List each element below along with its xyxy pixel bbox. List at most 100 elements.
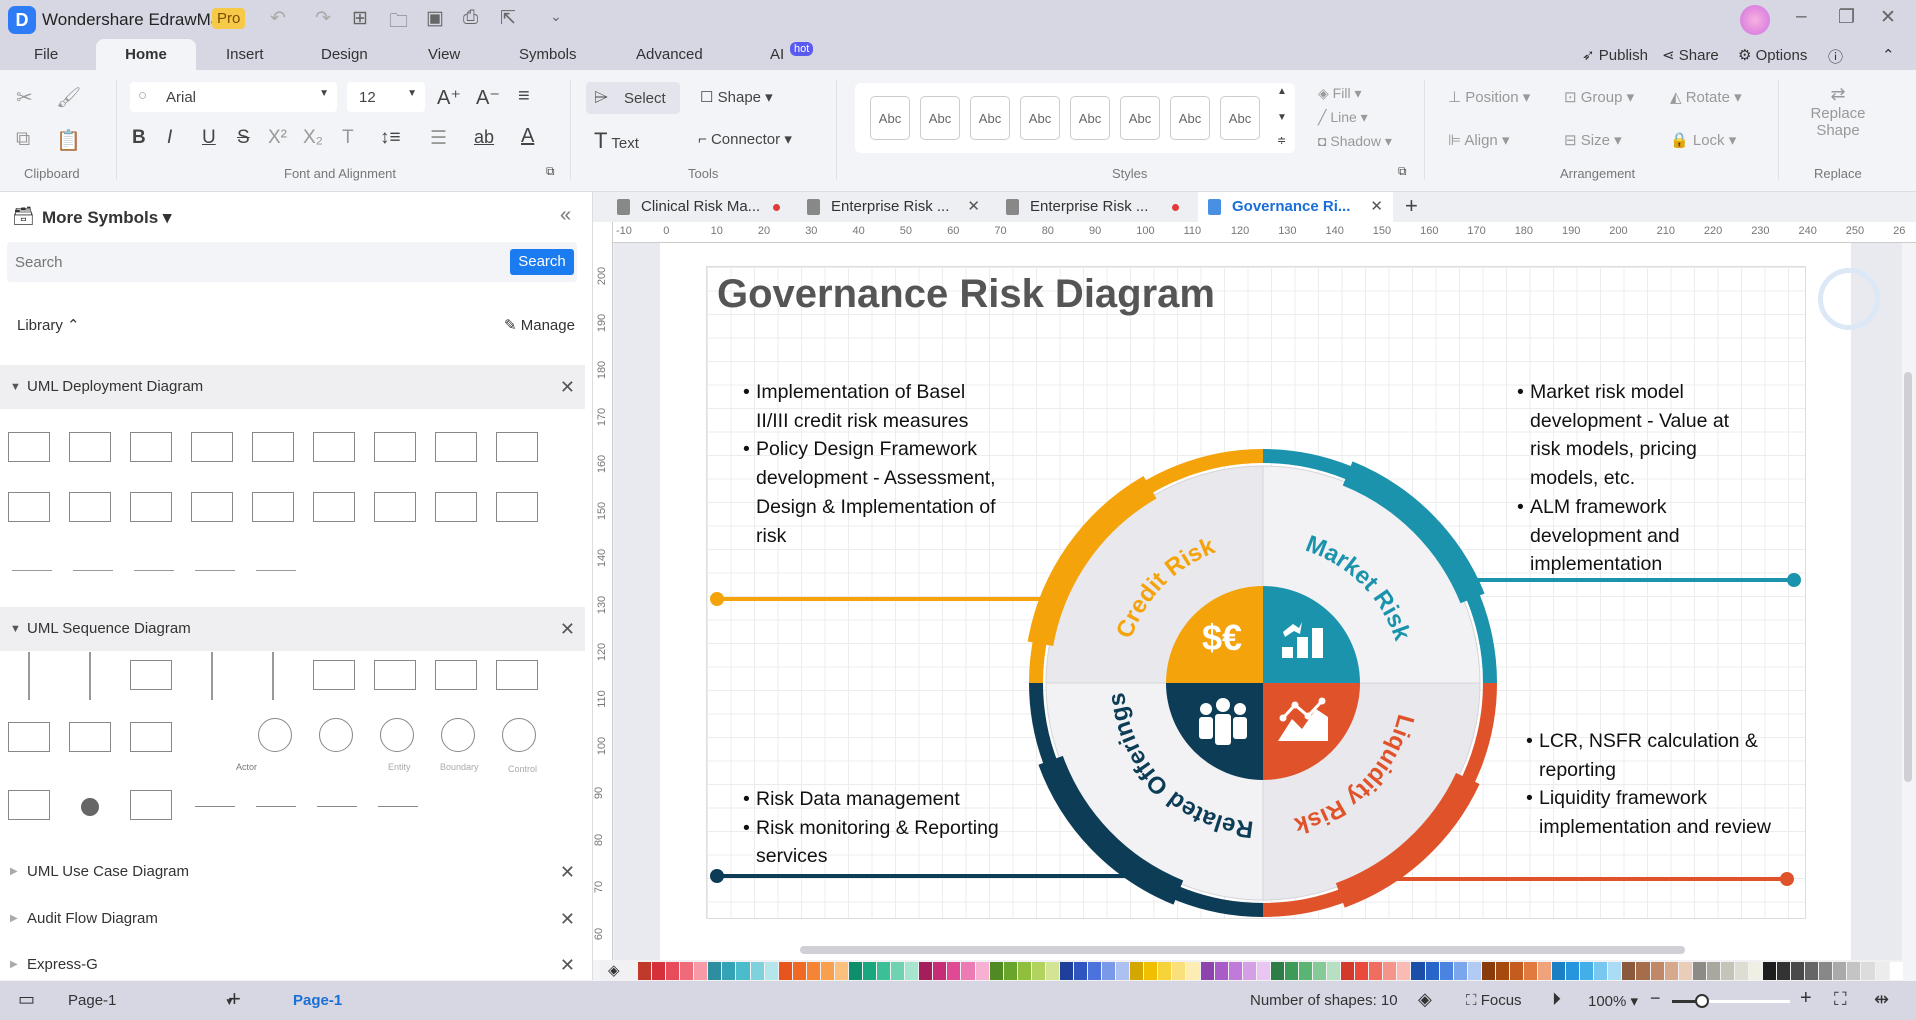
customize-chevron-icon[interactable]: ⌄ — [550, 8, 562, 25]
sequence-symbol[interactable] — [8, 722, 50, 752]
message-arrow-symbol[interactable] — [317, 806, 357, 807]
color-swatch[interactable] — [1397, 962, 1411, 980]
color-swatch[interactable] — [1341, 962, 1355, 980]
color-swatch[interactable] — [863, 962, 877, 980]
text-align-icon[interactable]: ≡ — [518, 85, 530, 108]
open-folder-icon[interactable]: 🗀 — [389, 7, 408, 39]
undo-icon[interactable]: ↶ — [270, 7, 286, 30]
color-swatch[interactable] — [1678, 962, 1692, 980]
uml-symbol[interactable] — [8, 492, 50, 522]
color-swatch[interactable] — [1284, 962, 1298, 980]
color-swatch[interactable] — [1608, 962, 1622, 980]
new-icon[interactable]: ⊞ — [352, 7, 368, 30]
publish-button[interactable]: ➶ Publish — [1582, 46, 1648, 64]
increase-font-icon[interactable]: A⁺ — [437, 85, 461, 110]
color-swatch[interactable] — [652, 962, 666, 980]
font-size-select[interactable]: 12 ▼ — [347, 82, 425, 112]
color-swatch[interactable] — [1861, 962, 1875, 980]
zoom-in-button[interactable]: + — [1800, 987, 1812, 1010]
uml-symbol[interactable] — [130, 492, 172, 522]
lifeline-symbol[interactable] — [272, 652, 274, 700]
color-swatch[interactable] — [708, 962, 722, 980]
color-swatch[interactable] — [1298, 962, 1312, 980]
close-library-icon[interactable]: ✕ — [560, 850, 575, 894]
page-panel-icon[interactable]: ▭ — [18, 989, 35, 1010]
uml-symbol[interactable] — [130, 432, 172, 462]
uml-symbol[interactable] — [313, 432, 355, 462]
color-swatch[interactable] — [1144, 962, 1158, 980]
close-library-icon[interactable]: ✕ — [560, 607, 575, 651]
layers-icon[interactable]: ◈ — [1418, 989, 1432, 1010]
color-swatch[interactable] — [1847, 962, 1861, 980]
color-swatch[interactable] — [666, 962, 680, 980]
color-swatch[interactable] — [1439, 962, 1453, 980]
color-swatch[interactable] — [764, 962, 778, 980]
uml-symbol[interactable] — [313, 492, 355, 522]
search-button[interactable]: Search — [510, 249, 574, 275]
bullets-icon[interactable]: ☰ — [430, 127, 447, 150]
color-swatch[interactable] — [1664, 962, 1678, 980]
horizontal-scroll-thumb[interactable] — [800, 946, 1685, 954]
sequence-symbol[interactable] — [130, 722, 172, 752]
dialog-launcher-icon[interactable]: ⧉ — [1398, 164, 1407, 179]
close-tab-icon[interactable]: ✕ — [967, 192, 980, 222]
menu-ai[interactable]: AI — [770, 46, 784, 63]
fill-bucket-icon[interactable]: ◈ — [608, 961, 620, 979]
bold-icon[interactable]: B — [132, 127, 146, 149]
options-button[interactable]: ⚙ Options — [1738, 46, 1807, 64]
more-symbols-dropdown[interactable]: More Symbols ▾ — [42, 208, 171, 228]
style-preset[interactable]: Abc — [970, 96, 1010, 140]
style-preset[interactable]: Abc — [1020, 96, 1060, 140]
color-swatch[interactable] — [891, 962, 905, 980]
color-swatch[interactable] — [1102, 962, 1116, 980]
color-swatch[interactable] — [1158, 962, 1172, 980]
color-swatch[interactable] — [1116, 962, 1130, 980]
menu-symbols[interactable]: Symbols — [519, 46, 577, 63]
color-swatch[interactable] — [1566, 962, 1580, 980]
user-avatar[interactable] — [1740, 5, 1770, 35]
library-uml-deployment[interactable]: ▼ UML Deployment Diagram ✕ — [0, 365, 585, 409]
library-express-g[interactable]: ▶ Express-G ✕ — [0, 943, 585, 980]
sequence-symbol[interactable] — [69, 722, 111, 752]
style-preset[interactable]: Abc — [1070, 96, 1110, 140]
restore-button[interactable]: ❐ — [1838, 6, 1855, 29]
zoom-slider-handle[interactable] — [1694, 994, 1709, 1008]
connector-symbol[interactable] — [73, 570, 113, 571]
lifeline-symbol[interactable] — [28, 652, 30, 700]
superscript-icon[interactable]: X² — [268, 127, 287, 149]
style-preset[interactable]: Abc — [870, 96, 910, 140]
vertical-scroll-thumb[interactable] — [1904, 372, 1912, 782]
market-notes[interactable]: Market risk model development - Value at… — [1517, 378, 1742, 579]
line-button[interactable]: ╱ Line ▾ — [1318, 109, 1368, 126]
color-swatch[interactable] — [1777, 962, 1791, 980]
replace-shape-button[interactable]: ⇄ Replace Shape — [1808, 84, 1868, 139]
offerings-notes[interactable]: Risk Data management Risk monitoring & R… — [743, 785, 1003, 871]
style-preset[interactable]: Abc — [1120, 96, 1160, 140]
text-case-icon[interactable]: T — [342, 127, 354, 149]
tab-enterprise-risk-1[interactable]: Enterprise Risk ... ✕ — [797, 192, 990, 222]
font-color-icon[interactable]: A — [521, 125, 534, 148]
format-painter-icon[interactable]: 🖌 — [56, 85, 81, 110]
color-swatch[interactable] — [1495, 962, 1509, 980]
zoom-out-button[interactable]: − — [1650, 988, 1661, 1009]
color-swatch[interactable] — [1481, 962, 1495, 980]
uml-symbol[interactable] — [374, 432, 416, 462]
color-swatch[interactable] — [1692, 962, 1706, 980]
underline-icon[interactable]: U — [202, 127, 216, 149]
position-button[interactable]: ⊥ Position ▾ — [1448, 88, 1530, 106]
color-swatch[interactable] — [1720, 962, 1734, 980]
color-swatch[interactable] — [919, 962, 933, 980]
color-swatch[interactable] — [1552, 962, 1566, 980]
color-swatch[interactable] — [1003, 962, 1017, 980]
color-swatch[interactable] — [1875, 962, 1889, 980]
color-swatch[interactable] — [905, 962, 919, 980]
color-swatch[interactable] — [1523, 962, 1537, 980]
menu-design[interactable]: Design — [321, 46, 368, 63]
style-preset[interactable]: Abc — [920, 96, 960, 140]
color-swatch[interactable] — [1734, 962, 1748, 980]
menu-home[interactable]: Home — [96, 39, 196, 71]
color-swatch[interactable] — [1073, 962, 1087, 980]
uml-symbol[interactable] — [496, 432, 538, 462]
collapse-ribbon-icon[interactable]: ⌃ — [1882, 46, 1895, 64]
color-swatch[interactable] — [778, 962, 792, 980]
